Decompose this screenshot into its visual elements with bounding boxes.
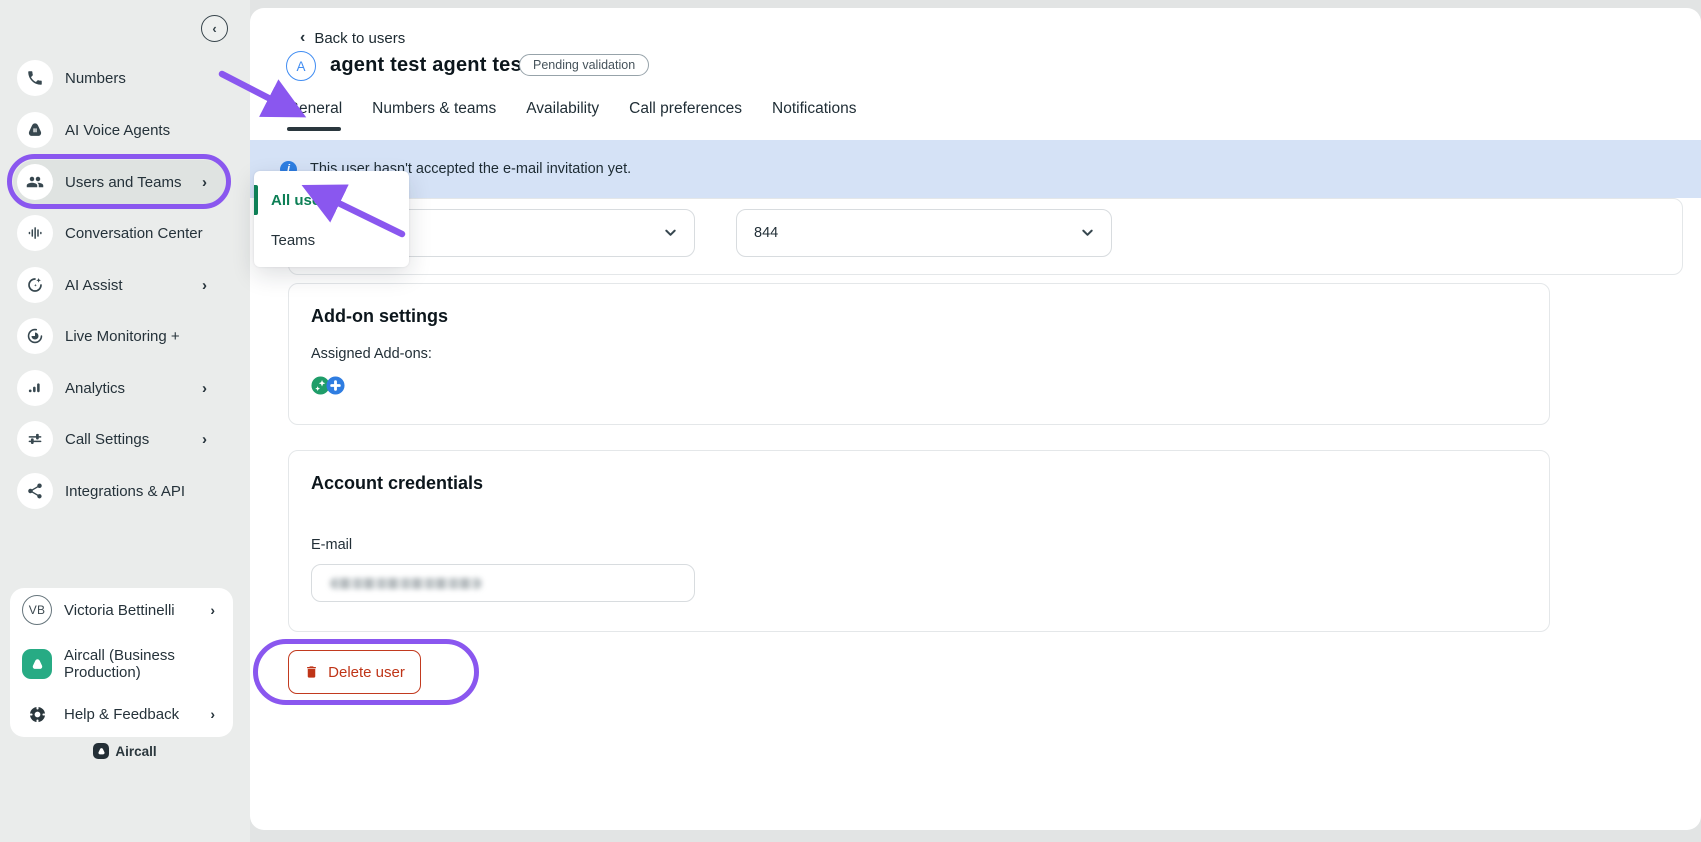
sidebar-item-ai-voice-agents[interactable]: AI Voice Agents <box>13 108 227 152</box>
waveform-icon <box>17 215 53 251</box>
chevron-right-icon: › <box>210 706 215 722</box>
workspace-name: Aircall (Business Production) <box>64 647 190 681</box>
redacted-email-value <box>330 578 482 589</box>
sidebar-item-label: Conversation Center <box>65 225 203 242</box>
account-card: VB Victoria Bettinelli › Aircall (Busine… <box>10 588 233 737</box>
chevron-left-icon: ‹ <box>212 21 216 36</box>
chevron-right-icon: › <box>202 431 207 448</box>
users-teams-flyout: All users Teams <box>254 171 409 267</box>
sidebar-item-users-and-teams[interactable]: Users and Teams › <box>13 160 227 204</box>
tab-notifications[interactable]: Notifications <box>772 100 856 118</box>
current-user-name: Victoria Bettinelli <box>64 602 190 619</box>
tab-numbers-teams[interactable]: Numbers & teams <box>372 100 496 118</box>
tab-call-preferences[interactable]: Call preferences <box>629 100 742 118</box>
tab-bar: General Numbers & teams Availability Cal… <box>287 100 856 118</box>
sidebar-item-integrations-api[interactable]: Integrations & API <box>13 469 227 513</box>
users-icon <box>17 164 53 200</box>
sidebar-collapse-button[interactable]: ‹ <box>201 15 228 42</box>
sidebar: ‹ Numbers AI Voice Agents Users and Team… <box>0 0 250 842</box>
sidebar-item-ai-assist[interactable]: AI Assist › <box>13 263 227 307</box>
chevron-down-icon <box>663 225 678 245</box>
blue-plus-addon-icon <box>326 376 345 395</box>
sliders-icon <box>17 421 53 457</box>
sidebar-item-numbers[interactable]: Numbers <box>13 56 227 100</box>
assigned-addons-list <box>311 376 345 395</box>
delete-user-label: Delete user <box>328 664 405 681</box>
help-feedback-menu[interactable]: Help & Feedback › <box>10 692 233 736</box>
sidebar-item-label: Call Settings <box>65 431 149 448</box>
email-field[interactable] <box>311 564 695 602</box>
brand-footer: Aircall <box>0 743 250 759</box>
sidebar-item-label: Numbers <box>65 70 126 87</box>
brand-wordmark: Aircall <box>115 744 156 759</box>
ai-voice-icon <box>17 112 53 148</box>
flyout-item-label: All users <box>271 192 334 209</box>
sidebar-item-label: Live Monitoring + <box>65 328 180 345</box>
tab-general[interactable]: General <box>287 100 342 118</box>
assigned-addons-label: Assigned Add-ons: <box>311 346 432 362</box>
info-banner: i This user hasn't accepted the e-mail i… <box>250 140 1701 198</box>
active-tab-underline <box>287 127 341 131</box>
aircall-workspace-icon <box>22 649 52 679</box>
chevron-right-icon: › <box>210 602 215 618</box>
chevron-left-icon: ‹ <box>300 29 305 47</box>
sidebar-item-live-monitoring[interactable]: Live Monitoring + <box>13 314 227 358</box>
current-user-menu[interactable]: VB Victoria Bettinelli › <box>10 588 233 632</box>
page-title: agent test agent test <box>330 54 529 77</box>
gauge-icon <box>17 318 53 354</box>
account-credentials-card: Account credentials E-mail <box>288 450 1550 632</box>
status-badge: Pending validation <box>519 54 649 76</box>
trash-icon <box>304 664 319 680</box>
delete-user-button[interactable]: Delete user <box>288 650 421 694</box>
main-panel: ‹ Back to users A agent test agent test … <box>250 8 1701 830</box>
tab-availability[interactable]: Availability <box>526 100 599 118</box>
phone-icon <box>17 60 53 96</box>
sidebar-item-label: Integrations & API <box>65 483 185 500</box>
chevron-right-icon: › <box>202 380 207 397</box>
addon-settings-card: Add-on settings Assigned Add-ons: <box>288 283 1550 425</box>
flyout-item-label: Teams <box>271 232 315 249</box>
chevron-right-icon: › <box>202 277 207 294</box>
help-feedback-label: Help & Feedback <box>64 706 190 723</box>
workspace-switcher[interactable]: Aircall (Business Production) <box>10 636 233 692</box>
sidebar-item-label: Analytics <box>65 380 125 397</box>
chevron-down-icon <box>1080 225 1095 245</box>
flyout-item-teams[interactable]: Teams <box>254 225 409 255</box>
sidebar-item-label: AI Assist <box>65 277 123 294</box>
flyout-item-all-users[interactable]: All users <box>254 185 409 215</box>
area-code-select[interactable]: 844 <box>736 209 1112 257</box>
sidebar-item-conversation-center[interactable]: Conversation Center <box>13 211 227 255</box>
sidebar-item-analytics[interactable]: Analytics › <box>13 366 227 410</box>
bar-chart-icon <box>17 370 53 406</box>
sidebar-item-label: AI Voice Agents <box>65 122 170 139</box>
share-nodes-icon <box>17 473 53 509</box>
sidebar-item-call-settings[interactable]: Call Settings › <box>13 417 227 461</box>
role-settings-card: 844 <box>288 198 1683 275</box>
addon-settings-title: Add-on settings <box>311 306 448 327</box>
back-to-users-link[interactable]: ‹ Back to users <box>300 29 405 47</box>
account-credentials-title: Account credentials <box>311 473 483 494</box>
chevron-right-icon: › <box>202 174 207 191</box>
ai-assist-icon <box>17 267 53 303</box>
area-code-value: 844 <box>754 225 778 241</box>
avatar: VB <box>22 595 52 625</box>
aircall-logo-icon <box>93 743 109 759</box>
user-avatar: A <box>286 51 316 81</box>
back-label: Back to users <box>314 30 405 47</box>
lifebuoy-icon <box>22 699 52 729</box>
email-label: E-mail <box>311 537 352 553</box>
sidebar-item-label: Users and Teams <box>65 174 181 191</box>
